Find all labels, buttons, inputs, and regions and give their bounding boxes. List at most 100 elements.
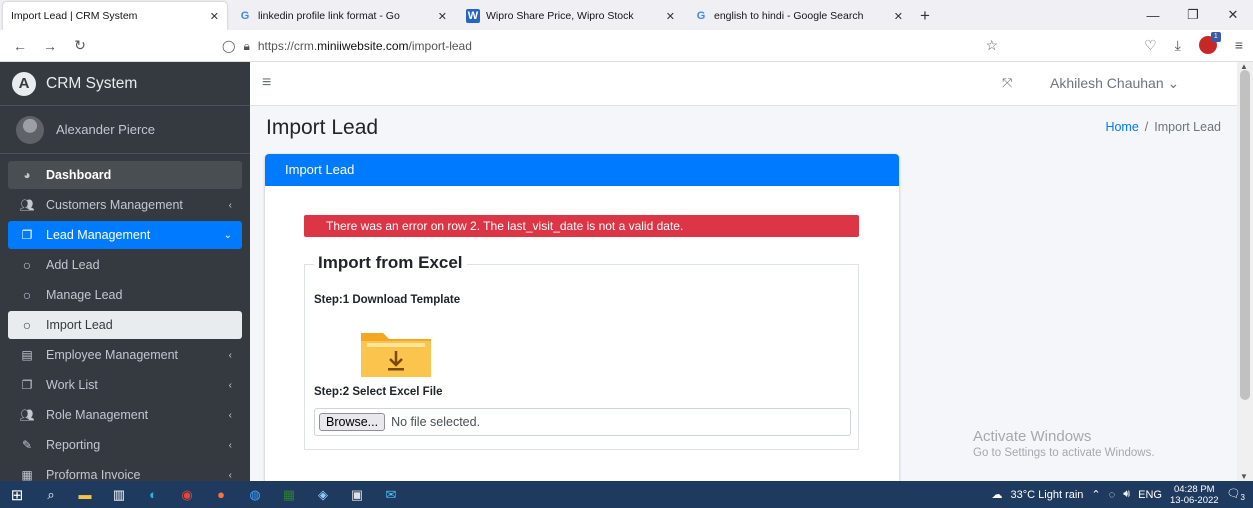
google-icon: G — [240, 10, 250, 22]
sidebar-item-dashboard[interactable]: ◕ Dashboard — [8, 161, 242, 189]
dashboard-icon: ◕ — [23, 168, 31, 182]
tab-title: Import Lead | CRM System — [11, 10, 138, 22]
sidebar-item-label: Customers Management — [46, 198, 183, 212]
sidebar-item-work-list[interactable]: ❐ Work List ‹ — [8, 371, 242, 399]
fullscreen-icon[interactable]: ⤧ — [1002, 75, 1012, 91]
language-indicator[interactable]: ENG — [1138, 489, 1162, 501]
minimize-icon[interactable]: — — [1133, 0, 1173, 30]
tab-title: Wipro Share Price, Wipro Stock — [486, 10, 634, 22]
excel-file-input[interactable]: Browse... No file selected. — [314, 408, 851, 436]
chevron-left-icon: ‹ — [228, 439, 232, 451]
file-status: No file selected. — [391, 415, 481, 429]
copy-icon: ❐ — [21, 228, 33, 242]
edge-icon[interactable]: ◐ — [136, 481, 170, 508]
new-tab-button[interactable]: + — [911, 2, 939, 30]
brand-link[interactable]: A CRM System — [0, 62, 250, 106]
browser-tab-bar: Import Lead | CRM System ✕ G linkedin pr… — [0, 0, 1253, 30]
tab-wipro[interactable]: W Wipro Share Price, Wipro Stock ✕ — [458, 2, 683, 30]
circle-icon: ○ — [22, 287, 32, 303]
google-icon: G — [696, 10, 706, 22]
chevron-up-icon[interactable]: ⌃ — [1091, 488, 1100, 501]
close-icon[interactable]: ✕ — [438, 10, 447, 23]
sidebar-item-label: Import Lead — [46, 318, 113, 332]
chevron-left-icon: ‹ — [228, 349, 232, 361]
chevron-down-icon: ⌄ — [223, 229, 232, 241]
tab-english-hindi[interactable]: G english to hindi - Google Search ✕ — [686, 2, 911, 30]
breadcrumb-current: Import Lead — [1154, 120, 1221, 134]
sidebar-item-employee[interactable]: ▤ Employee Management ‹ — [8, 341, 242, 369]
bookmark-star-icon[interactable]: ☆ — [985, 37, 998, 54]
notification-icon[interactable]: 🗨︎3 — [1227, 487, 1245, 502]
mail-icon[interactable]: ✉ — [374, 481, 408, 508]
scroll-down-icon[interactable]: ▼ — [1240, 472, 1248, 481]
close-icon[interactable]: ✕ — [666, 10, 675, 23]
clock-time: 04:28 PM — [1173, 483, 1215, 495]
lock-icon[interactable]: 🔒︎ — [243, 39, 249, 54]
network-icon[interactable]: ◌ — [1109, 489, 1116, 501]
back-icon[interactable]: ← — [8, 38, 32, 54]
tab-linkedin-search[interactable]: G linkedin profile link format - Go ✕ — [230, 2, 455, 30]
file-explorer-icon[interactable]: ▬ — [68, 481, 102, 508]
page-scrollbar[interactable]: ▲ ▼ — [1237, 62, 1253, 481]
pocket-icon[interactable]: ♡ — [1144, 37, 1157, 54]
sidebar-item-reporting[interactable]: ✎ Reporting ‹ — [8, 431, 242, 459]
shield-icon[interactable]: ◯ — [222, 39, 235, 53]
sidebar-item-proforma[interactable]: ▦ Proforma Invoice ‹ — [8, 461, 242, 481]
firefox-icon[interactable]: ● — [204, 481, 238, 508]
search-icon[interactable]: ⌕ — [34, 481, 68, 508]
url-bar[interactable]: ◯ 🔒︎ https://crm.miniiwebsite.com/import… — [222, 34, 1008, 58]
brand-logo-icon: A — [12, 71, 36, 96]
extension-icon[interactable] — [1198, 32, 1221, 54]
sidebar-item-customers[interactable]: 👥︎ Customers Management ‹ — [8, 191, 242, 219]
error-alert: There was an error on row 2. The last_vi… — [304, 215, 859, 237]
sidebar-item-add-lead[interactable]: ○ Add Lead — [8, 251, 242, 279]
sidebar-item-import-lead[interactable]: ○ Import Lead — [8, 311, 242, 339]
sidebar-item-label: Employee Management — [46, 348, 179, 362]
system-tray: ☁ 33°C Light rain ⌃ ◌ 🔊︎ ENG 04:28 PM 13… — [992, 481, 1245, 508]
weather-text[interactable]: 33°C Light rain — [1011, 489, 1084, 501]
browse-button[interactable]: Browse... — [319, 413, 386, 431]
sidebar-item-role[interactable]: 👥︎ Role Management ‹ — [8, 401, 242, 429]
clock[interactable]: 04:28 PM 13-06-2022 — [1170, 484, 1219, 506]
windows-taskbar: ⊞ ⌕ ▬ ▥ ◐ ◉ ● ◍ ▦ ◈ ▣ ✉ ☁ 33°C Light rai… — [0, 481, 1253, 508]
hamburger-icon[interactable]: ≡ — [262, 74, 271, 92]
user-name: Alexander Pierce — [56, 122, 155, 137]
content-wrapper: Import Lead Home / Import Lead Import Le… — [250, 106, 1237, 481]
app-icon[interactable]: ◍ — [238, 481, 272, 508]
import-card: Import Lead There was an error on row 2.… — [265, 154, 899, 481]
edit-icon: ✎ — [21, 438, 33, 452]
weather-icon[interactable]: ☁ — [992, 488, 1003, 501]
activate-windows-watermark: Activate Windows Go to Settings to activ… — [973, 428, 1155, 459]
close-icon[interactable]: ✕ — [894, 10, 903, 23]
download-template-icon[interactable] — [359, 327, 433, 379]
scroll-thumb[interactable] — [1240, 70, 1250, 400]
avatar — [16, 115, 44, 144]
app-icon[interactable]: ▥ — [102, 481, 136, 508]
browser-toolbar: ← → ↻ ◯ 🔒︎ https://crm.miniiwebsite.com/… — [0, 30, 1253, 62]
menu-icon[interactable]: ≡ — [1235, 37, 1243, 53]
url-text: https://crm.miniiwebsite.com/import-lead — [257, 39, 472, 53]
sidebar-item-manage-lead[interactable]: ○ Manage Lead — [8, 281, 242, 309]
download-icon[interactable]: ⤓ — [1175, 37, 1181, 54]
chrome-icon[interactable]: ◉ — [170, 481, 204, 508]
watermark-subtitle: Go to Settings to activate Windows. — [973, 447, 1155, 459]
users-icon: 👥︎ — [19, 408, 35, 422]
windows-start-icon[interactable]: ⊞ — [0, 481, 34, 508]
volume-icon[interactable]: 🔊︎ — [1123, 488, 1130, 501]
maximize-icon[interactable]: ❐ — [1173, 0, 1213, 30]
breadcrumb-home[interactable]: Home — [1105, 120, 1138, 134]
tab-import-lead[interactable]: Import Lead | CRM System ✕ — [3, 2, 227, 30]
notepad-icon[interactable]: ▣ — [340, 481, 374, 508]
user-menu[interactable]: Akhilesh Chauhan ⌄ — [1050, 75, 1179, 92]
circle-icon: ○ — [22, 257, 32, 273]
user-panel[interactable]: Alexander Pierce — [0, 106, 250, 154]
close-window-icon[interactable]: ✕ — [1213, 0, 1253, 30]
reload-icon[interactable]: ↻ — [68, 37, 92, 54]
sidebar-item-label: Add Lead — [46, 258, 100, 272]
app-icon[interactable]: ◈ — [306, 481, 340, 508]
sidebar-item-lead-management[interactable]: ❐ Lead Management ⌄ — [8, 221, 242, 249]
close-icon[interactable]: ✕ — [210, 10, 219, 23]
sidebar-item-label: Manage Lead — [46, 288, 123, 302]
excel-icon[interactable]: ▦ — [272, 481, 306, 508]
forward-icon[interactable]: → — [38, 38, 62, 54]
